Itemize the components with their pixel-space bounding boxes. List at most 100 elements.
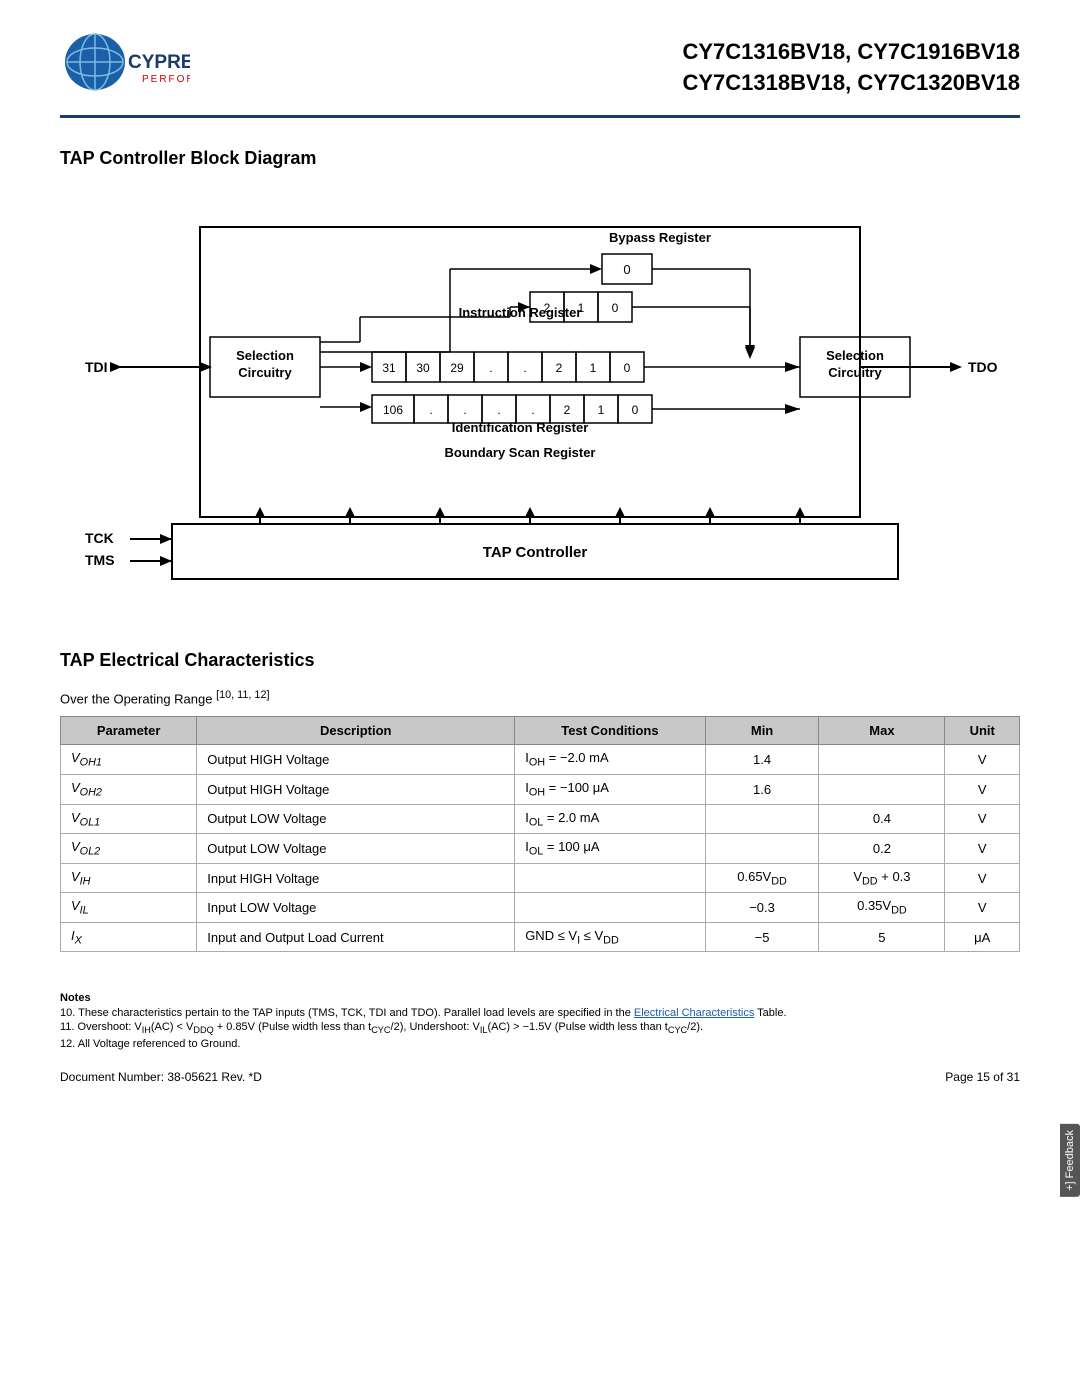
svg-text:0: 0 — [632, 403, 639, 417]
param-cell: VIL — [61, 893, 197, 923]
svg-text:106: 106 — [383, 403, 403, 417]
logo-area: CYPRESS PERFORM — [60, 30, 190, 105]
svg-text:1: 1 — [598, 403, 605, 417]
col-header-min: Min — [705, 717, 819, 745]
svg-text:CYPRESS: CYPRESS — [128, 52, 190, 73]
svg-text:.: . — [429, 403, 432, 417]
svg-text:.: . — [463, 403, 466, 417]
param-cell: VOH1 — [61, 745, 197, 775]
max-cell: 5 — [819, 922, 945, 952]
table-row: VIL Input LOW Voltage −0.3 0.35VDD V — [61, 893, 1020, 923]
col-header-desc: Description — [197, 717, 515, 745]
elec-section: TAP Electrical Characteristics Over the … — [60, 650, 1020, 952]
svg-text:.: . — [489, 361, 492, 375]
diagram-title: TAP Controller Block Diagram — [60, 148, 1020, 169]
max-cell: 0.35VDD — [819, 893, 945, 923]
unit-cell: V — [945, 745, 1020, 775]
test-cell: IOH = −100 μA — [515, 774, 706, 804]
svg-text:Circuitry: Circuitry — [828, 365, 882, 380]
param-cell: VIH — [61, 863, 197, 893]
footer: Document Number: 38-05621 Rev. *D Page 1… — [60, 1070, 1020, 1084]
svg-text:Boundary Scan Register: Boundary Scan Register — [445, 445, 596, 460]
max-cell: 0.2 — [819, 834, 945, 864]
svg-text:.: . — [523, 361, 526, 375]
unit-cell: V — [945, 834, 1020, 864]
elec-table: Parameter Description Test Conditions Mi… — [60, 716, 1020, 952]
feedback-button[interactable]: +] Feedback — [1060, 1124, 1080, 1197]
min-cell: 0.65VDD — [705, 863, 819, 893]
header: CYPRESS PERFORM CY7C1316BV18, CY7C1916BV… — [60, 30, 1020, 118]
svg-text:TDO: TDO — [968, 359, 998, 375]
table-row: VOH1 Output HIGH Voltage IOH = −2.0 mA 1… — [61, 745, 1020, 775]
unit-cell: V — [945, 774, 1020, 804]
min-cell: −5 — [705, 922, 819, 952]
header-title: CY7C1316BV18, CY7C1916BV18 CY7C1318BV18,… — [682, 37, 1020, 99]
max-cell — [819, 774, 945, 804]
note-11: 11. Overshoot: VIH(AC) < VDDQ + 0.85V (P… — [60, 1021, 1020, 1035]
elec-title: TAP Electrical Characteristics — [60, 650, 1020, 671]
col-header-param: Parameter — [61, 717, 197, 745]
test-cell — [515, 863, 706, 893]
svg-text:.: . — [531, 403, 534, 417]
notes-title: Notes — [60, 992, 1020, 1004]
table-row: VOH2 Output HIGH Voltage IOH = −100 μA 1… — [61, 774, 1020, 804]
svg-text:Selection: Selection — [826, 348, 884, 363]
test-cell: GND ≤ VI ≤ VDD — [515, 922, 706, 952]
page-number: Page 15 of 31 — [945, 1070, 1020, 1084]
svg-text:0: 0 — [623, 262, 630, 277]
svg-text:30: 30 — [416, 361, 430, 375]
desc-cell: Output HIGH Voltage — [197, 774, 515, 804]
unit-cell: μA — [945, 922, 1020, 952]
svg-text:PERFORM: PERFORM — [142, 74, 190, 85]
min-cell — [705, 834, 819, 864]
min-cell: 1.6 — [705, 774, 819, 804]
note-10: 10. These characteristics pertain to the… — [60, 1007, 1020, 1019]
svg-text:TAP Controller: TAP Controller — [483, 544, 588, 561]
desc-cell: Input LOW Voltage — [197, 893, 515, 923]
col-header-unit: Unit — [945, 717, 1020, 745]
desc-cell: Output HIGH Voltage — [197, 745, 515, 775]
min-cell: 1.4 — [705, 745, 819, 775]
diagram-section: TAP Controller Block Diagram TDI TDO Sel… — [60, 148, 1020, 610]
table-row: IX Input and Output Load Current GND ≤ V… — [61, 922, 1020, 952]
cypress-logo: CYPRESS PERFORM — [60, 30, 190, 105]
svg-text:Circuitry: Circuitry — [238, 365, 292, 380]
test-cell — [515, 893, 706, 923]
block-diagram-svg: TDI TDO Selection Circuitry Selection Ci… — [60, 187, 1020, 607]
test-cell: IOL = 2.0 mA — [515, 804, 706, 834]
svg-text:.: . — [497, 403, 500, 417]
note-12: 12. All Voltage referenced to Ground. — [60, 1038, 1020, 1050]
table-row: VOL2 Output LOW Voltage IOL = 100 μA 0.2… — [61, 834, 1020, 864]
elec-subtitle: Over the Operating Range [10, 11, 12] — [60, 689, 1020, 706]
svg-text:2: 2 — [564, 403, 571, 417]
col-header-test: Test Conditions — [515, 717, 706, 745]
svg-text:0: 0 — [612, 301, 619, 315]
svg-text:TDI: TDI — [85, 359, 108, 375]
param-cell: VOL2 — [61, 834, 197, 864]
param-cell: VOL1 — [61, 804, 197, 834]
table-row: VIH Input HIGH Voltage 0.65VDD VDD + 0.3… — [61, 863, 1020, 893]
svg-text:TCK: TCK — [85, 530, 114, 546]
desc-cell: Input and Output Load Current — [197, 922, 515, 952]
max-cell — [819, 745, 945, 775]
svg-text:0: 0 — [624, 361, 631, 375]
table-row: VOL1 Output LOW Voltage IOL = 2.0 mA 0.4… — [61, 804, 1020, 834]
svg-text:Selection: Selection — [236, 348, 294, 363]
max-cell: VDD + 0.3 — [819, 863, 945, 893]
test-cell: IOH = −2.0 mA — [515, 745, 706, 775]
desc-cell: Output LOW Voltage — [197, 804, 515, 834]
page: CYPRESS PERFORM CY7C1316BV18, CY7C1916BV… — [0, 0, 1080, 1397]
desc-cell: Input HIGH Voltage — [197, 863, 515, 893]
param-cell: VOH2 — [61, 774, 197, 804]
elec-char-link[interactable]: Electrical Characteristics — [634, 1007, 754, 1019]
svg-text:1: 1 — [590, 361, 597, 375]
svg-text:2: 2 — [544, 301, 551, 315]
notes-section: Notes 10. These characteristics pertain … — [60, 992, 1020, 1049]
svg-text:2: 2 — [556, 361, 563, 375]
product-title: CY7C1316BV18, CY7C1916BV18 CY7C1318BV18,… — [682, 37, 1020, 99]
svg-text:1: 1 — [578, 301, 585, 315]
svg-text:31: 31 — [382, 361, 396, 375]
max-cell: 0.4 — [819, 804, 945, 834]
col-header-max: Max — [819, 717, 945, 745]
svg-text:TMS: TMS — [85, 552, 115, 568]
